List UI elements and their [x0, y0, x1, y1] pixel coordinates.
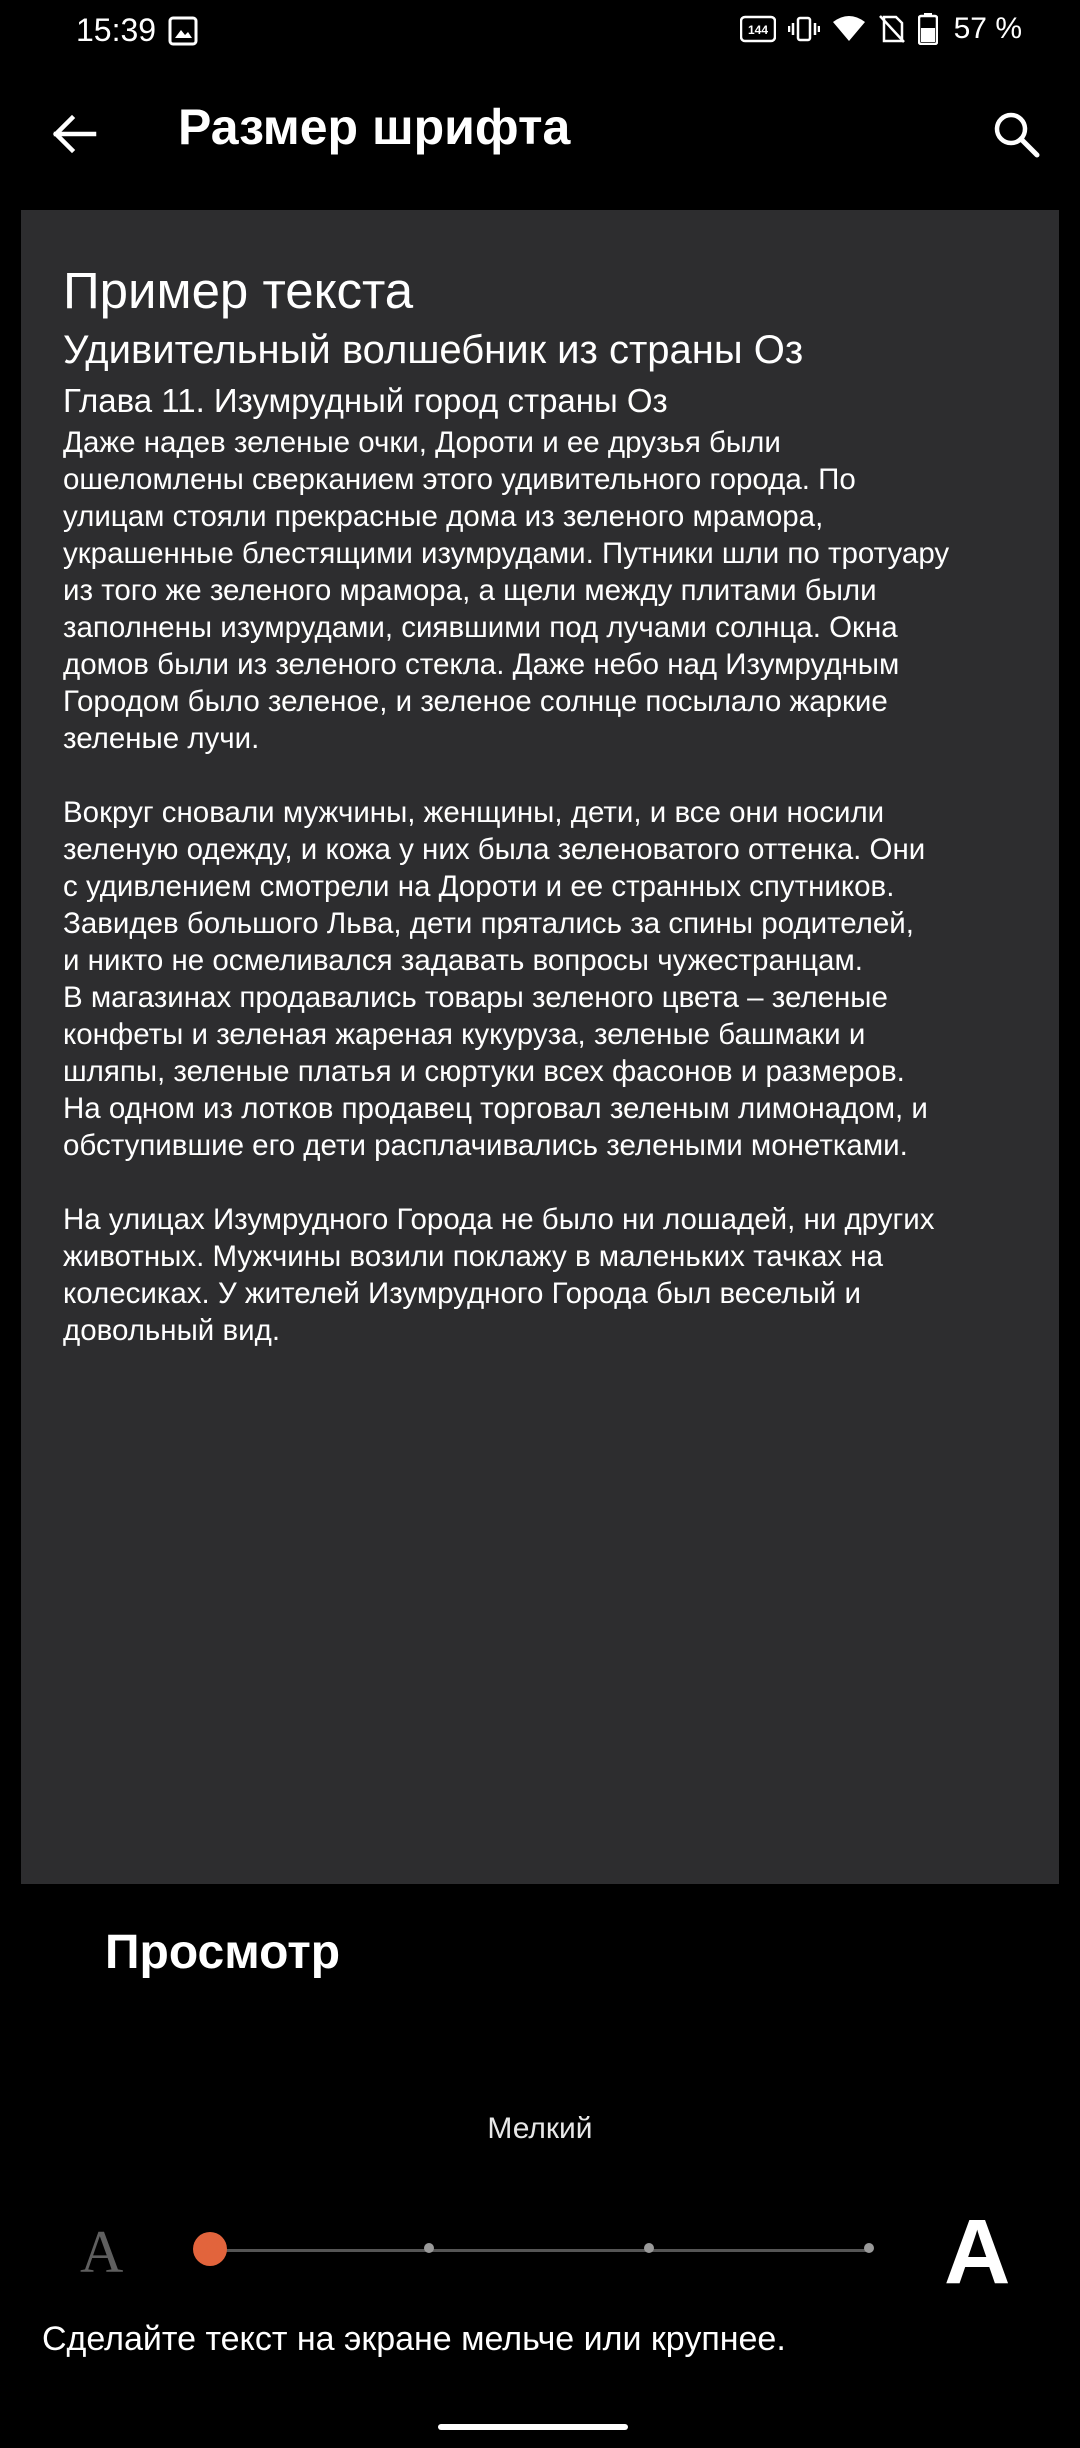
large-font-icon[interactable]: A	[944, 2200, 1010, 2305]
refresh-rate-icon: 144	[739, 14, 776, 44]
home-indicator[interactable]	[438, 2424, 628, 2430]
slider-track[interactable]	[210, 2249, 870, 2252]
status-time: 15:39	[76, 12, 157, 48]
slider-thumb[interactable]	[193, 2232, 227, 2266]
section-title: Просмотр	[105, 1926, 341, 1979]
font-size-slider[interactable]: A A	[0, 2200, 1080, 2303]
font-preview-card: Пример текста Удивительный волшебник из …	[21, 210, 1059, 1884]
slider-step[interactable]	[864, 2243, 874, 2253]
svg-text:144: 144	[748, 23, 768, 37]
vibrate-icon	[787, 14, 820, 44]
preview-book-title: Удивительный волшебник из страны Оз	[63, 328, 804, 372]
preview-chapter: Глава 11. Изумрудный город страны Оз	[63, 382, 668, 419]
preview-paragraph: Вокруг сновали мужчины, женщины, дети, и…	[63, 796, 928, 1162]
search-button[interactable]	[978, 96, 1054, 172]
battery-icon	[917, 13, 938, 45]
image-notification-icon	[168, 16, 198, 46]
page-title: Размер шрифта	[178, 99, 571, 155]
back-button[interactable]	[40, 100, 108, 168]
small-font-icon[interactable]: A	[80, 2218, 123, 2287]
status-bar: 15:39 144 57 %	[0, 0, 1080, 64]
slider-step[interactable]	[644, 2243, 654, 2253]
preview-content: Пример текста Удивительный волшебник из …	[63, 260, 1033, 1349]
search-icon	[994, 112, 1040, 158]
preview-heading: Пример текста	[63, 262, 414, 319]
slider-step[interactable]	[424, 2243, 434, 2253]
hint-text: Сделайте текст на экране мельче или круп…	[42, 2320, 786, 2358]
battery-percent: 57 %	[953, 12, 1022, 45]
app-bar: Размер шрифта	[0, 64, 1080, 194]
status-icons: 144 57 %	[739, 12, 1022, 46]
preview-paragraph: Даже надев зеленые очки, Дороти и ее дру…	[63, 426, 950, 755]
no-sim-icon	[878, 14, 906, 44]
current-size-label: Мелкий	[487, 2112, 593, 2145]
wifi-icon	[832, 14, 866, 44]
back-arrow-icon	[52, 114, 97, 154]
preview-paragraph: На улицах Изумрудного Города не было ни …	[63, 1203, 935, 1347]
